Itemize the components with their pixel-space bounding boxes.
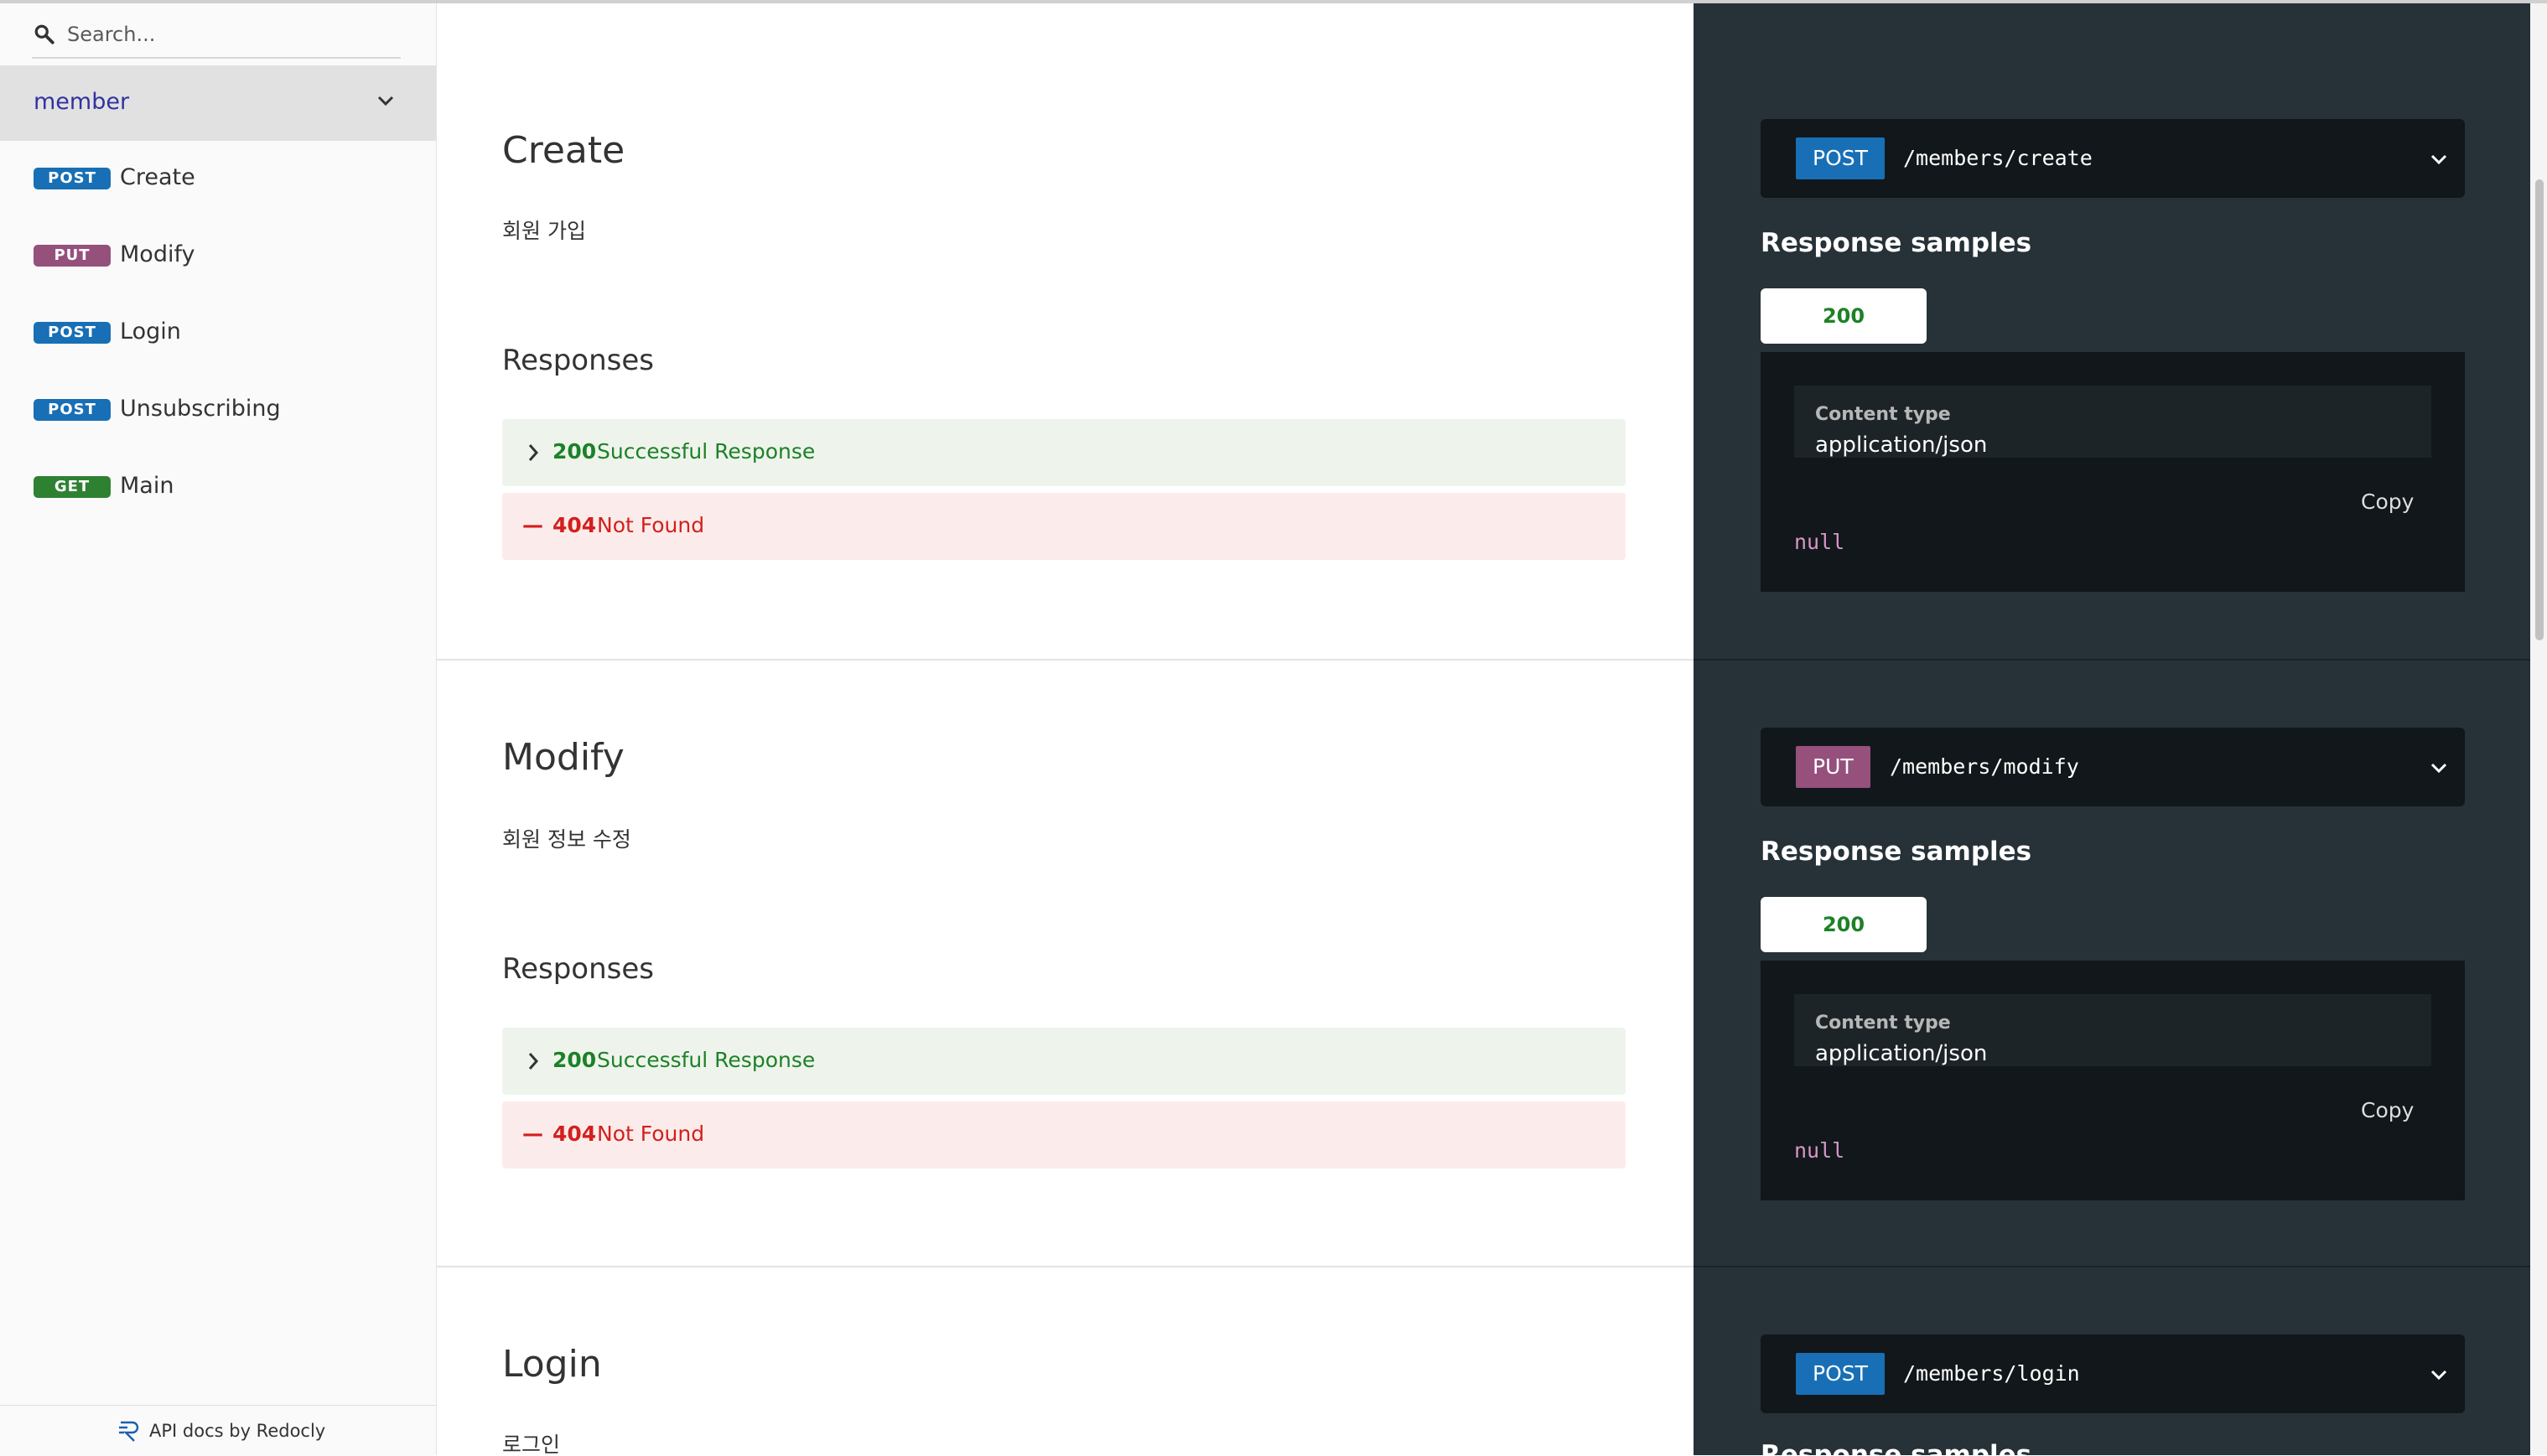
- endpoint-method-badge: PUT: [1796, 746, 1870, 788]
- response-tab-200[interactable]: 200: [1761, 288, 1927, 344]
- search-input[interactable]: [65, 17, 396, 52]
- response-description: Successful Response: [597, 1048, 816, 1072]
- sidebar: member POST Create PUT Modify POST Login…: [0, 3, 437, 1456]
- response-description: Not Found: [597, 1122, 705, 1146]
- response-code: 200: [552, 439, 597, 464]
- response-samples-title: Response samples: [1761, 1440, 2032, 1455]
- endpoint-path: /members/modify: [1890, 754, 2079, 779]
- sample-body: null: [1794, 1138, 1845, 1163]
- response-samples-title: Response samples: [1761, 837, 2032, 867]
- operation-title: Create: [502, 129, 625, 172]
- chevron-down-icon: [2430, 154, 2447, 165]
- content-type-value: application/json: [1815, 1041, 1988, 1066]
- operation-description: 회원 정보 수정: [502, 827, 631, 852]
- chevron-down-icon: [2430, 1370, 2447, 1381]
- sidebar-group-member[interactable]: member: [0, 65, 436, 141]
- response-200-button[interactable]: 200 Successful Response: [502, 419, 1626, 486]
- dash-icon: —: [522, 1122, 543, 1146]
- sidebar-item-label: Create: [120, 164, 195, 190]
- response-code: 404: [552, 513, 597, 537]
- method-badge: POST: [34, 399, 111, 421]
- sidebar-item-label: Login: [120, 319, 181, 345]
- scrollbar-thumb[interactable]: [2535, 179, 2544, 640]
- response-404-button[interactable]: — 404 Not Found: [502, 493, 1626, 560]
- operation-description: 로그인: [502, 1433, 561, 1455]
- sidebar-item-unsubscribing[interactable]: POST Unsubscribing: [0, 381, 436, 448]
- endpoint-modify[interactable]: PUT /members/modify: [1761, 728, 2465, 806]
- operation-title: Modify: [502, 736, 625, 779]
- response-description: Successful Response: [597, 439, 816, 464]
- response-200-button[interactable]: 200 Successful Response: [502, 1028, 1626, 1095]
- operation-title: Login: [502, 1343, 602, 1386]
- responses-heading: Responses: [502, 952, 655, 986]
- response-sample-box: Content type application/json Copy null: [1761, 352, 2465, 592]
- response-description: Not Found: [597, 513, 705, 537]
- sidebar-group-label: member: [34, 89, 130, 115]
- sidebar-item-modify[interactable]: PUT Modify: [0, 226, 436, 293]
- content-type-box: Content type application/json: [1794, 386, 2431, 458]
- redocly-logo-icon: [119, 1421, 139, 1442]
- operation-login: Login 로그인: [437, 1267, 1694, 1455]
- endpoint-method-badge: POST: [1796, 137, 1885, 179]
- response-404-button[interactable]: — 404 Not Found: [502, 1101, 1626, 1168]
- response-tab-200[interactable]: 200: [1761, 897, 1927, 952]
- content-type-value: application/json: [1815, 433, 1988, 458]
- sidebar-item-label: Modify: [120, 241, 195, 267]
- sidebar-item-create[interactable]: POST Create: [0, 149, 436, 216]
- endpoint-method-badge: POST: [1796, 1353, 1885, 1395]
- response-code: 200: [552, 1048, 597, 1072]
- dash-icon: —: [522, 513, 543, 537]
- copy-button[interactable]: Copy: [2361, 1098, 2414, 1122]
- content-type-label: Content type: [1815, 1013, 1951, 1034]
- endpoint-create[interactable]: POST /members/create: [1761, 119, 2465, 198]
- panel-divider: [1694, 1266, 2530, 1267]
- operation-create: Create 회원 가입 Responses 200 Successful Re…: [437, 3, 1694, 659]
- chevron-right-icon: [528, 1053, 539, 1070]
- endpoint-path: /members/login: [1903, 1361, 2080, 1386]
- method-badge: GET: [34, 476, 111, 498]
- sidebar-item-label: Unsubscribing: [120, 396, 281, 422]
- panel-divider: [1694, 659, 2530, 661]
- operation-modify: Modify 회원 정보 수정 Responses 200 Successful…: [437, 661, 1694, 1266]
- chevron-down-icon: [2430, 763, 2447, 774]
- sample-body: null: [1794, 530, 1845, 554]
- redocly-footer-link[interactable]: API docs by Redocly: [0, 1405, 436, 1456]
- response-samples-title: Response samples: [1761, 228, 2032, 258]
- method-badge: POST: [34, 168, 111, 189]
- footer-text: API docs by Redocly: [149, 1421, 326, 1441]
- response-sample-box: Content type application/json Copy null: [1761, 961, 2465, 1200]
- chevron-right-icon: [528, 444, 539, 461]
- sidebar-item-main[interactable]: GET Main: [0, 458, 436, 525]
- content-type-box: Content type application/json: [1794, 994, 2431, 1066]
- endpoint-login[interactable]: POST /members/login: [1761, 1334, 2465, 1413]
- chevron-down-icon: [377, 96, 394, 106]
- method-badge: PUT: [34, 245, 111, 267]
- endpoint-path: /members/create: [1903, 146, 2093, 170]
- method-badge: POST: [34, 322, 111, 344]
- response-code: 404: [552, 1122, 597, 1146]
- search-icon: [34, 24, 54, 44]
- responses-heading: Responses: [502, 344, 655, 377]
- copy-button[interactable]: Copy: [2361, 490, 2414, 514]
- search-box: [32, 13, 401, 59]
- sidebar-item-login[interactable]: POST Login: [0, 303, 436, 370]
- content-type-label: Content type: [1815, 404, 1951, 425]
- operation-description: 회원 가입: [502, 219, 586, 243]
- sidebar-item-label: Main: [120, 473, 174, 499]
